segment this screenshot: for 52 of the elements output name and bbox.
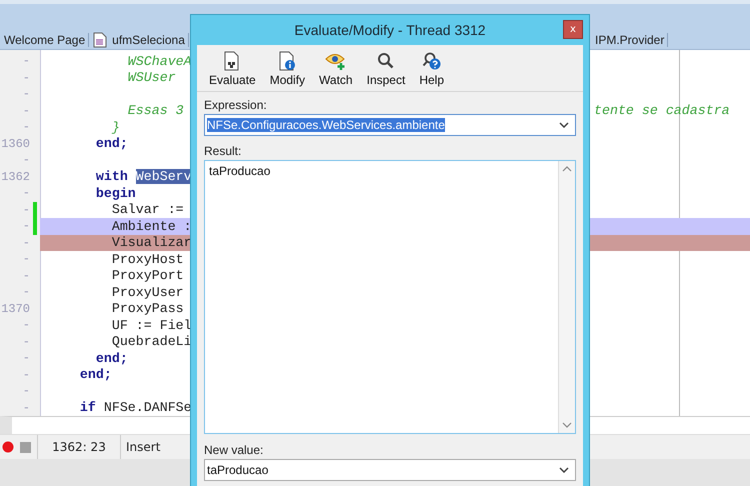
editor-tab[interactable]: Welcome Page	[3, 33, 90, 47]
eye-plus-icon	[324, 51, 347, 71]
search-icon	[376, 51, 395, 71]
document-icon	[223, 51, 242, 71]
code-text: with	[94, 169, 129, 184]
result-label: Result:	[204, 144, 242, 158]
window-title: Evaluate/Modify - Thread 3312	[294, 22, 486, 38]
code-text: if	[78, 400, 96, 416]
code-text: tente se cadastra	[594, 103, 730, 118]
code-text: end;	[94, 350, 128, 366]
code-text: end;	[78, 367, 112, 382]
code-text: ProxyPass	[110, 301, 184, 316]
code-text: ProxyHost	[110, 252, 184, 267]
chevron-down-icon	[559, 122, 569, 128]
code-text: Ambiente :	[110, 218, 192, 234]
new-value-label: New value:	[204, 443, 264, 457]
toolbar-button[interactable]: Inspect	[362, 51, 410, 87]
code-text: WSChaveA	[126, 54, 192, 69]
stop-icon[interactable]	[20, 442, 31, 452]
code-text: ProxyUser	[110, 284, 184, 300]
result-text: taProducao	[208, 163, 272, 180]
code-text: WSUser	[126, 70, 176, 86]
toolbar-button[interactable]: Help	[415, 51, 448, 87]
result-box[interactable]: taProducao	[204, 160, 576, 434]
help-icon	[422, 51, 442, 71]
chevron-down-icon[interactable]	[562, 422, 572, 428]
code-text: Visualizar	[110, 235, 192, 250]
code-text: end;	[94, 136, 128, 152]
editor-tab[interactable]: IPM.Provider	[594, 33, 668, 47]
chevron-up-icon[interactable]	[562, 166, 572, 172]
code-text: UF := Fiel	[110, 318, 192, 333]
code-text: NFSe.DANFSe	[102, 400, 192, 416]
chevron-down-icon	[559, 467, 569, 473]
code-text: WebServ	[136, 169, 192, 184]
document-info-icon	[278, 51, 296, 71]
expression-label: Expression:	[204, 98, 268, 112]
expression-combobox[interactable]: NFSe.Configuracoes.WebServices.ambiente	[204, 114, 576, 136]
code-text: }	[110, 120, 120, 135]
toolbar-button[interactable]: Watch	[315, 51, 357, 87]
code-text: Essas 3	[126, 103, 184, 118]
file-icon	[93, 32, 108, 48]
code-text: QuebradeLi	[110, 334, 192, 350]
code-text: ProxyPort	[110, 268, 184, 284]
vertical-scrollbar[interactable]	[558, 161, 575, 433]
editor-tab[interactable]: ufmSeleciona	[111, 33, 189, 47]
close-button[interactable]: x	[563, 20, 583, 39]
toolbar-button[interactable]: Modify	[266, 51, 310, 87]
new-value-combobox[interactable]: taProducao	[204, 459, 576, 481]
code-text: begin	[94, 186, 136, 201]
record-icon[interactable]	[2, 441, 14, 453]
code-text: Salvar :=	[110, 202, 184, 218]
toolbar-button[interactable]: Evaluate	[205, 51, 260, 87]
